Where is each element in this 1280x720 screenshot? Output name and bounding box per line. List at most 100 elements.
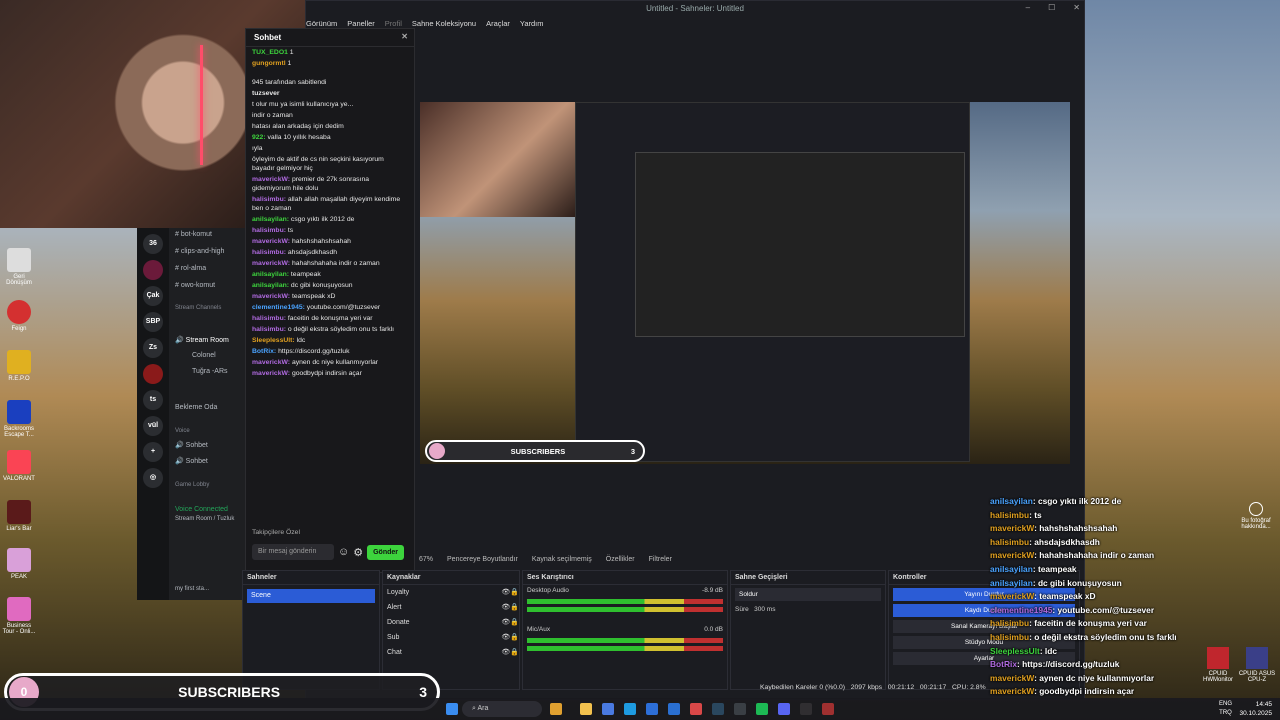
mail-icon[interactable] (646, 703, 658, 715)
server-icon[interactable]: ts (143, 390, 163, 410)
close-icon[interactable]: ✕ (1073, 3, 1080, 12)
source-item[interactable]: Sub 👁 🔒 (383, 630, 519, 645)
channel-rol-alma[interactable]: # rol-alma (175, 265, 206, 272)
server-icon[interactable]: SBP (143, 312, 163, 332)
desktop-icon-repo[interactable]: R.E.P.O (2, 350, 36, 382)
voice-sohbet-2[interactable]: 🔊 Sohbet (175, 457, 208, 465)
discord-icon[interactable] (778, 703, 790, 715)
channel-owo-komut[interactable]: # owo-komut (175, 282, 215, 289)
liars-bar-icon (7, 500, 31, 524)
gear-icon[interactable]: ⚙ (353, 546, 363, 559)
desktop-icon-valorant[interactable]: VALORANT (2, 450, 36, 482)
fit-window[interactable]: Pencereye Boyutlandır (447, 556, 518, 563)
menu-scene-collection[interactable]: Sahne Koleksiyonu (412, 17, 476, 31)
windows-start-icon[interactable] (446, 703, 458, 715)
voice-bekleme[interactable]: Bekleme Oda (175, 404, 217, 411)
menu-help[interactable]: Yardım (520, 17, 544, 31)
top-user: gungormtl 1 (252, 60, 292, 67)
member-tugra[interactable]: Tuğra -ARs (192, 368, 228, 375)
desktop-icon-business[interactable]: Business Tour - Onli... (2, 597, 36, 635)
overlay-chat-message: halisimbu: ts (990, 509, 1042, 520)
about-photo[interactable]: Bu fotoğraf hakkında... (1236, 502, 1276, 530)
chrome-icon[interactable] (690, 703, 702, 715)
chat-message: hatası alan arkadaş için dedim (252, 123, 344, 130)
overlay-chat: anilsayilan: csgo yıktı ilk 2012 de halis… (990, 495, 1190, 699)
app-icon[interactable] (734, 703, 746, 715)
maximize-icon[interactable]: ☐ (1048, 3, 1055, 12)
store-icon[interactable] (668, 703, 680, 715)
peak-icon (7, 548, 31, 572)
eye-icon[interactable]: 👁 (501, 615, 510, 630)
close-icon[interactable]: ✕ (401, 32, 408, 41)
eye-icon[interactable]: 👁 (501, 600, 510, 615)
server-icon[interactable]: Çak (143, 286, 163, 306)
eye-icon[interactable]: 👁 (501, 585, 510, 600)
eye-icon[interactable]: 👁 (501, 645, 510, 660)
voice-stream-room[interactable]: 🔊 Stream Room (175, 336, 229, 344)
desktop-icon-cpuz[interactable]: CPUID ASUS CPU-Z (1238, 647, 1276, 683)
zoom-level[interactable]: 67% (419, 556, 433, 563)
desktop-icon-backrooms[interactable]: Backrooms Escape T... (2, 400, 36, 438)
duration-row[interactable]: Süre 300 ms (731, 604, 885, 615)
channel-clips[interactable]: # clips-and-high (175, 248, 224, 255)
desktop-icon-peak[interactable]: PEAK (2, 548, 36, 580)
emote-icon[interactable]: ☺ (338, 546, 349, 558)
explore-icon[interactable]: ◎ (143, 468, 163, 488)
channel-bot-komut[interactable]: # bot-komut (175, 231, 212, 238)
server-icon[interactable] (143, 364, 163, 384)
source-item[interactable]: Loyalty 👁 🔒 (383, 585, 519, 600)
server-icon[interactable]: Zs (143, 338, 163, 358)
file-explorer-icon[interactable] (580, 703, 592, 715)
lock-icon[interactable]: 🔒 (510, 585, 519, 600)
desktop-icon-recycle[interactable]: Geri Dönüşüm (2, 248, 36, 286)
server-icon[interactable]: vül (143, 416, 163, 436)
language-indicator[interactable]: ENG TRQ (1219, 700, 1232, 718)
category-voice[interactable]: Voice (175, 428, 190, 434)
lock-icon[interactable]: 🔒 (510, 615, 519, 630)
user-status[interactable]: my first sta... (175, 586, 209, 592)
rec-time: 00:21:17 (919, 684, 947, 691)
source-item[interactable]: Alert 👁 🔒 (383, 600, 519, 615)
properties-button[interactable]: Özellikler (606, 556, 635, 563)
menu-tools[interactable]: Araçlar (486, 17, 510, 31)
voice-sohbet-1[interactable]: 🔊 Sohbet (175, 441, 208, 449)
app-icon[interactable] (822, 703, 834, 715)
minimize-icon[interactable]: – (1026, 3, 1030, 12)
mixer-track: Desktop Audio -8.9 dB (527, 587, 723, 594)
desktop-icon-hwmonitor[interactable]: CPUID HWMonitor (1200, 647, 1236, 683)
filters-button[interactable]: Filtreler (649, 556, 672, 563)
steam-icon[interactable] (712, 703, 724, 715)
widget-icon[interactable] (550, 703, 562, 715)
server-icon[interactable]: 36 (143, 234, 163, 254)
clock[interactable]: 14:45 30.10.2025 (1239, 700, 1272, 718)
scene-item[interactable]: Scene (247, 589, 375, 603)
send-button[interactable]: Gönder (367, 544, 404, 560)
lock-icon[interactable]: 🔒 (510, 600, 519, 615)
lock-icon[interactable]: 🔒 (510, 630, 519, 645)
voice-connected-room[interactable]: Stream Room / Tuzluk (175, 516, 234, 522)
chat-input[interactable]: Bir mesaj gönderin (252, 544, 334, 560)
add-server-icon[interactable]: + (143, 442, 163, 462)
desktop-icon-label: Geri Dönüşüm (6, 274, 32, 286)
member-colonel[interactable]: Colonel (192, 352, 216, 359)
lock-icon[interactable]: 🔒 (510, 645, 519, 660)
preview-toolbar: 67% Pencereye Boyutlandır Kaynak seçilme… (415, 550, 1080, 568)
chat-message: halisimbu: ts (252, 227, 294, 234)
category-game-lobby[interactable]: Game Lobby (175, 482, 209, 488)
chat-popout: Sohbet ✕ TUX_EDO1 1 gungormtl 1 945 taraf… (245, 28, 415, 573)
taskbar-search[interactable]: ⌕ Ara (462, 701, 542, 717)
category-stream[interactable]: Stream Channels (175, 305, 221, 311)
spotify-icon[interactable] (756, 703, 768, 715)
transition-select[interactable]: Soldur (735, 588, 881, 601)
obs-icon[interactable] (800, 703, 812, 715)
app-icon[interactable] (602, 703, 614, 715)
source-item[interactable]: Donate 👁 🔒 (383, 615, 519, 630)
edge-icon[interactable] (624, 703, 636, 715)
desktop-icon-feign[interactable]: Feign (2, 300, 36, 332)
server-icon[interactable] (143, 260, 163, 280)
eye-icon[interactable]: 👁 (501, 630, 510, 645)
chat-message: t olur mu ya isimli kullanıcıya ye... (252, 101, 354, 108)
source-item[interactable]: Chat 👁 🔒 (383, 645, 519, 660)
desktop-icon-liarsbar[interactable]: Liar's Bar (2, 500, 36, 532)
obs-preview[interactable] (420, 102, 1070, 464)
